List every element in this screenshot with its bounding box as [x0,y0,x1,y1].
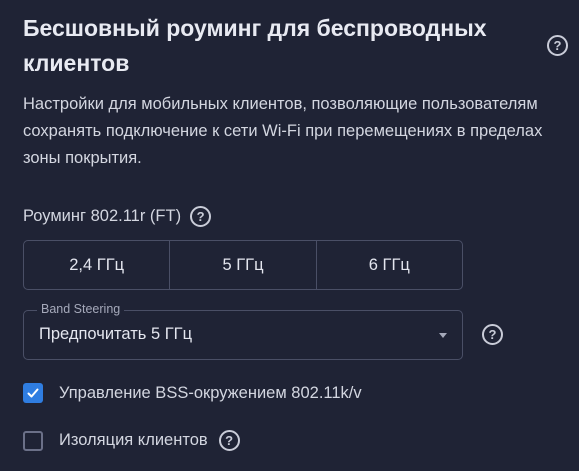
seamless-roaming-panel: Бесшовный роуминг для беспроводных клиен… [0,0,579,471]
band-steering-help-icon[interactable]: ? [482,324,503,345]
bss-checkbox-row[interactable]: Управление BSS-окружением 802.11k/v [23,383,362,403]
bss-checkbox[interactable] [23,383,43,403]
band-steering-value: Предпочитать 5 ГГц [39,325,193,343]
isolation-checkbox-row[interactable]: Изоляция клиентов ? [23,430,240,451]
section-description: Настройки для мобильных клиентов, позвол… [23,95,543,167]
roaming-help-icon[interactable]: ? [190,205,212,227]
roaming-label-row: Роуминг 802.11r (FT) ? [23,205,212,227]
band-2-4ghz-button[interactable]: 2,4 ГГц [24,241,171,289]
isolation-help-icon[interactable]: ? [218,430,240,451]
caret-down-icon [439,333,447,338]
isolation-label: Изоляция клиентов [59,431,208,449]
roaming-band-selector: 2,4 ГГц 5 ГГц 6 ГГц [23,240,463,290]
roaming-label: Роуминг 802.11r (FT) [23,207,182,225]
section-title: Бесшовный роуминг для беспроводных клиен… [23,15,487,76]
band-steering-label: Band Steering [37,302,125,316]
isolation-checkbox[interactable] [23,430,43,451]
band-6ghz-button[interactable]: 6 ГГц [317,241,462,289]
checkmark-icon [27,388,39,398]
band-steering-select[interactable]: Band Steering Предпочитать 5 ГГц [23,302,463,360]
help-icon[interactable]: ? [547,35,568,56]
band-5ghz-button[interactable]: 5 ГГц [170,241,317,289]
bss-label: Управление BSS-окружением 802.11k/v [59,383,362,402]
